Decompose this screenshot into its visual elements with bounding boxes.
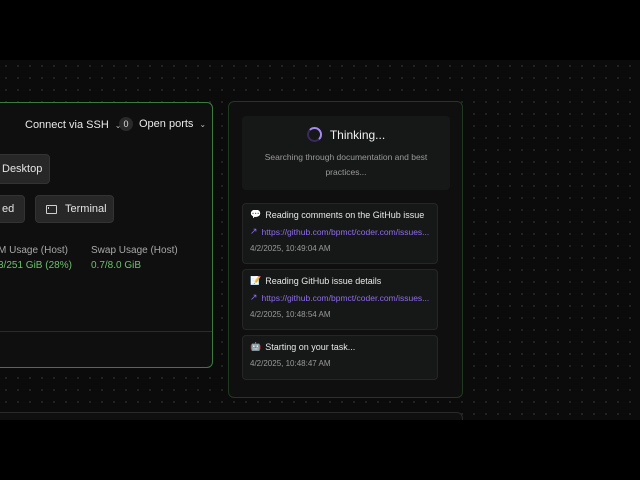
activity-title: Reading GitHub issue details	[265, 276, 382, 286]
open-ports-button[interactable]: 0 Open ports ⌄	[119, 117, 206, 131]
open-ports-count-badge: 0	[119, 117, 133, 131]
terminal-button[interactable]: Terminal	[35, 195, 114, 223]
speech-bubble-icon: 💬	[250, 210, 262, 220]
memo-icon: 📝	[250, 276, 262, 286]
desktop-button-label: Desktop	[2, 163, 43, 175]
chevron-down-icon: ⌄	[199, 119, 207, 129]
ram-usage-stat: M Usage (Host) 3/251 GiB (28%)	[0, 245, 72, 271]
connect-ssh-button[interactable]: Connect via SSH ⌄	[25, 119, 121, 131]
thinking-title: Thinking...	[329, 127, 386, 142]
card-divider	[0, 331, 212, 332]
robot-icon: 🤖	[250, 342, 262, 352]
activity-item: 📝 Reading GitHub issue details ↗ https:/…	[242, 269, 438, 330]
agent-activity-panel: Thinking... Searching through documentat…	[228, 101, 463, 398]
ram-usage-label: M Usage (Host)	[0, 245, 69, 256]
workspace-header: Connect via SSH ⌄ 0 Open ports ⌄	[0, 117, 212, 133]
activity-title: Reading comments on the GitHub issue	[265, 210, 425, 220]
activity-item: 🤖 Starting on your task... 4/2/2025, 10:…	[242, 335, 438, 380]
external-link-icon: ↗	[250, 227, 258, 237]
lower-card	[0, 412, 463, 420]
activity-timestamp: 4/2/2025, 10:48:54 AM	[250, 310, 331, 319]
workspace-card: Connect via SSH ⌄ 0 Open ports ⌄ Desktop…	[0, 102, 213, 368]
activity-timestamp: 4/2/2025, 10:48:47 AM	[250, 359, 331, 368]
swap-usage-stat: Swap Usage (Host) 0.7/8.0 GiB	[91, 245, 178, 271]
swap-usage-value: 0.7/8.0 GiB	[91, 260, 142, 271]
terminal-icon	[46, 204, 57, 214]
external-link-icon: ↗	[250, 293, 258, 303]
letterbox-top	[0, 0, 640, 60]
letterbox-bottom	[0, 420, 640, 480]
ram-usage-value: 3/251 GiB (28%)	[0, 260, 72, 271]
activity-link[interactable]: ↗ https://github.com/bpmct/coder.com/iss…	[250, 293, 430, 303]
app-button-partial[interactable]: ed	[0, 195, 25, 223]
terminal-button-label: Terminal	[65, 203, 107, 215]
activity-link-text: https://github.com/bpmct/coder.com/issue…	[261, 227, 430, 237]
desktop-button[interactable]: Desktop	[0, 154, 50, 184]
dashboard-canvas: Connect via SSH ⌄ 0 Open ports ⌄ Desktop…	[0, 60, 640, 420]
activity-timestamp: 4/2/2025, 10:49:04 AM	[250, 244, 331, 253]
spinner-icon	[306, 127, 322, 142]
activity-link-text: https://github.com/bpmct/coder.com/issue…	[261, 293, 430, 303]
activity-item: 💬 Reading comments on the GitHub issue ↗…	[242, 203, 438, 264]
open-ports-label: Open ports	[139, 118, 194, 130]
thinking-status: Thinking... Searching through documentat…	[242, 116, 450, 190]
connect-ssh-label: Connect via SSH	[25, 119, 109, 131]
thinking-subtitle: Searching through documentation and best…	[264, 152, 428, 177]
app-button-label: ed	[2, 203, 15, 215]
activity-link[interactable]: ↗ https://github.com/bpmct/coder.com/iss…	[250, 227, 430, 237]
activity-title: Starting on your task...	[265, 342, 356, 352]
swap-usage-label: Swap Usage (Host)	[91, 245, 178, 256]
